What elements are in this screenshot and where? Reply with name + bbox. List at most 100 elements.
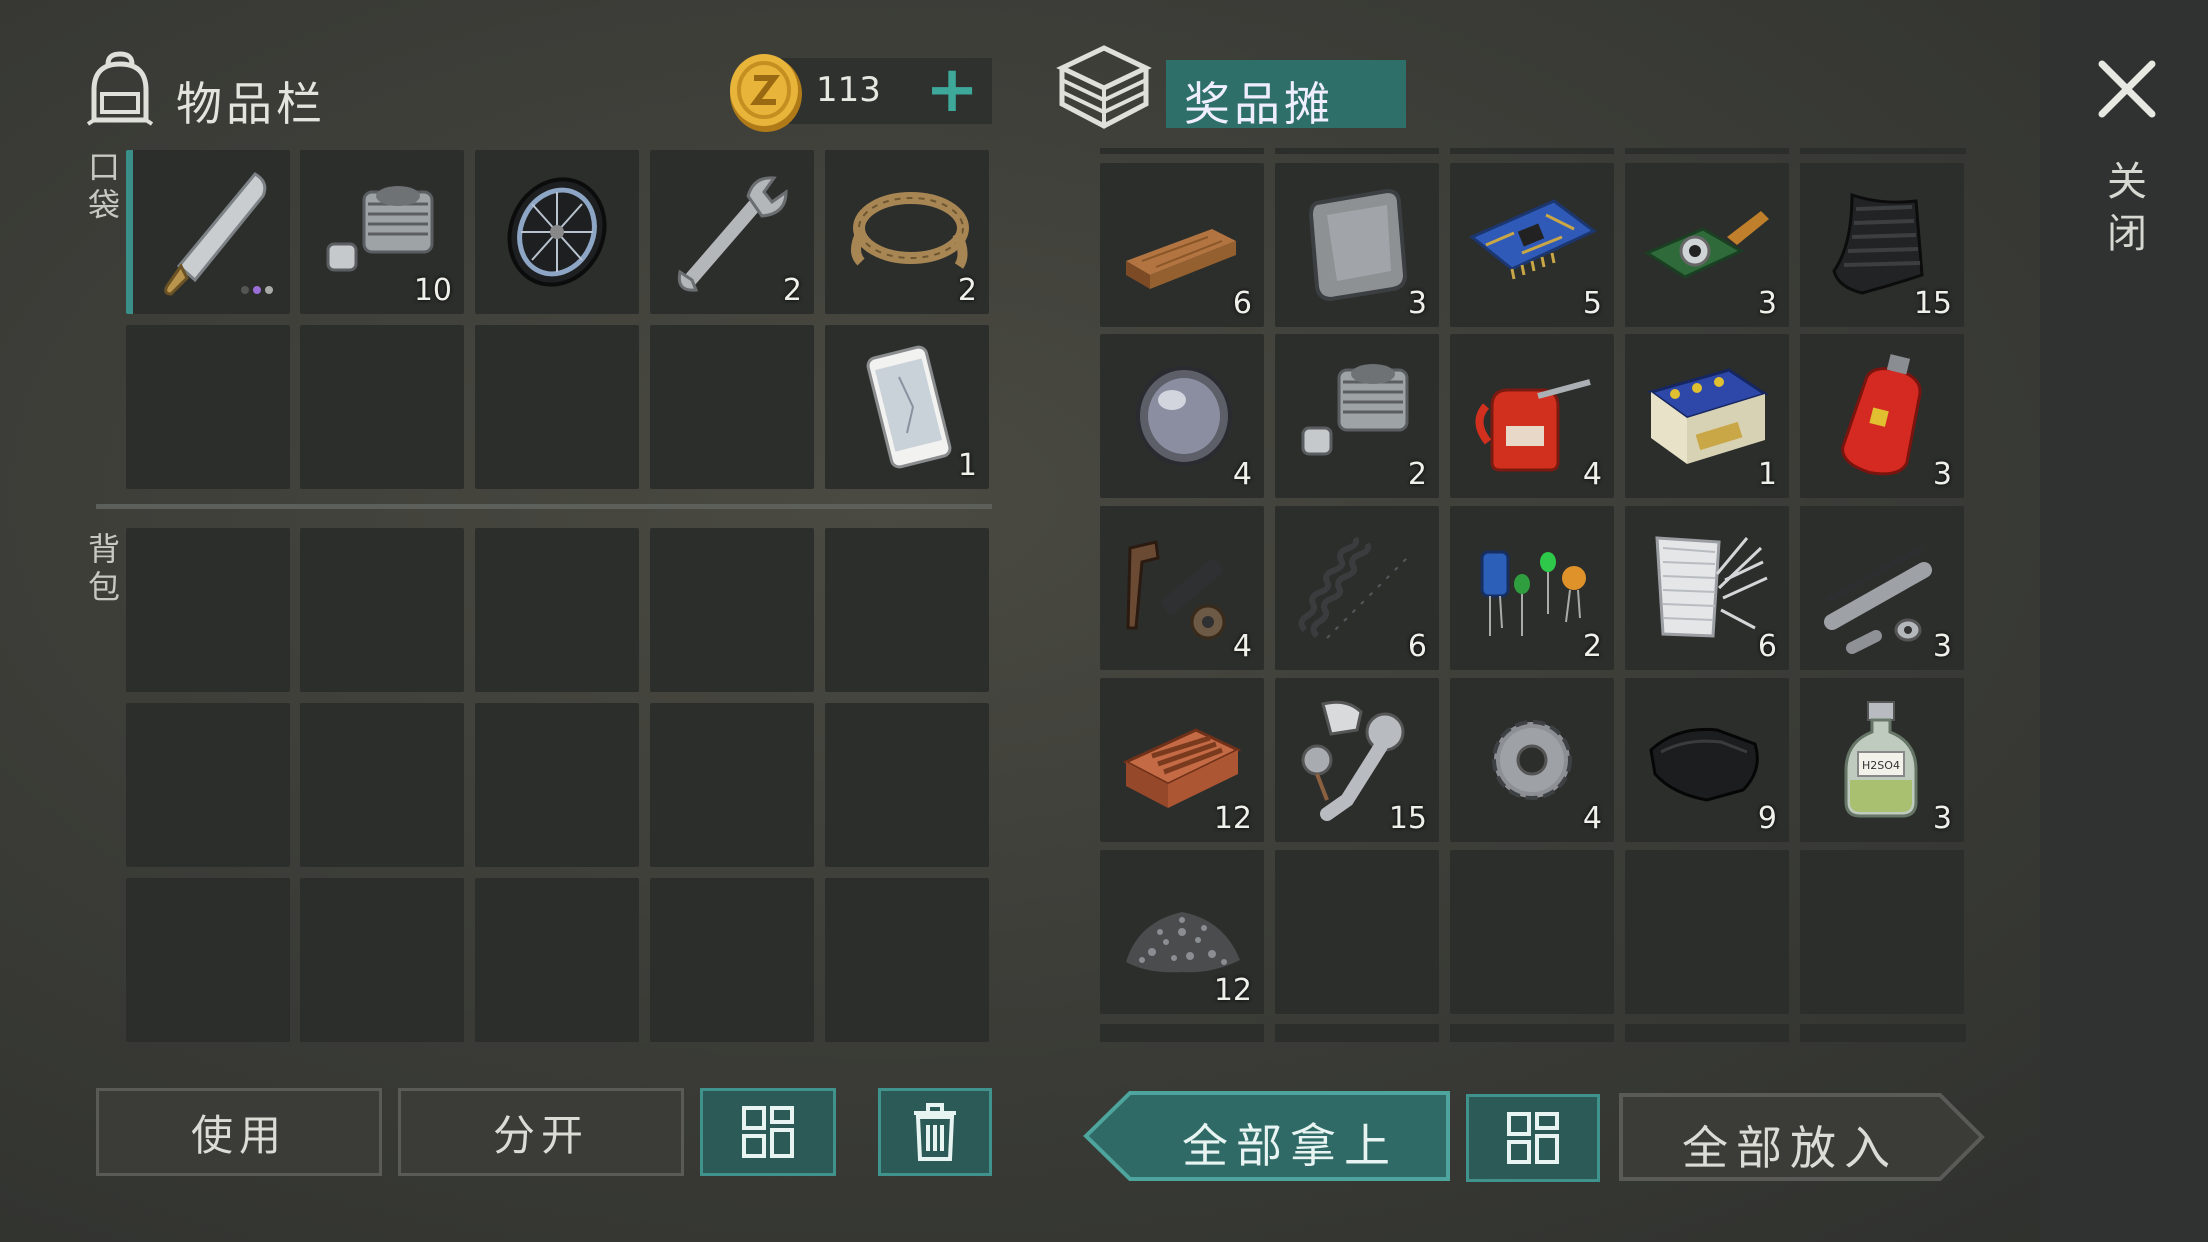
machete-icon	[164, 172, 273, 296]
loot-slot[interactable]: 12	[1100, 850, 1264, 1014]
loot-slot[interactable]: 4	[1450, 334, 1614, 498]
close-button[interactable]	[2092, 54, 2162, 124]
loot-slot[interactable]	[1800, 850, 1964, 1014]
backpack-slot[interactable]	[475, 703, 639, 867]
loot-scroll-edge	[1450, 148, 1614, 154]
backpack-slot[interactable]	[825, 528, 989, 692]
loot-slot[interactable]: 2	[1450, 506, 1614, 670]
discard-button[interactable]	[878, 1088, 992, 1176]
add-coins-button[interactable]: +	[922, 58, 982, 122]
loot-slot[interactable]: 4	[1100, 334, 1264, 498]
inventory-slot[interactable]	[475, 150, 639, 314]
gun-parts-icon	[1126, 540, 1226, 640]
loot-title: 奖品摊	[1184, 77, 1334, 131]
item-count: 6	[1232, 286, 1252, 321]
loot-scroll-edge	[1800, 1024, 1966, 1042]
inventory-slot[interactable]: 2	[650, 150, 814, 314]
item-count: 15	[1388, 801, 1427, 836]
electronic-components-icon	[1480, 550, 1586, 636]
backpack-slot[interactable]	[126, 703, 290, 867]
loot-scroll-edge	[1625, 1024, 1789, 1042]
loot-slot[interactable]: 4	[1100, 506, 1264, 670]
item-count: 4	[1582, 801, 1602, 836]
item-count: 6	[1407, 629, 1427, 664]
smartphone-icon	[866, 345, 952, 469]
loot-slot[interactable]: 15	[1275, 678, 1439, 842]
gas-cylinder-icon	[1841, 354, 1922, 476]
backpack-slot[interactable]	[126, 528, 290, 692]
backpack-slot[interactable]	[650, 528, 814, 692]
loot-slot[interactable]: 6	[1625, 506, 1789, 670]
inventory-slot[interactable]	[650, 325, 814, 489]
backpack-slot[interactable]	[475, 878, 639, 1042]
backpack-slot[interactable]	[825, 878, 989, 1042]
car-battery-icon	[1647, 368, 1769, 464]
loot-slot[interactable]	[1275, 850, 1439, 1014]
take-all-button[interactable]: 全部拿上	[1082, 1090, 1452, 1182]
backpack-slot[interactable]	[475, 528, 639, 692]
item-count: 2	[782, 273, 802, 308]
backpack-slot[interactable]	[825, 703, 989, 867]
loot-slot[interactable]: 2	[1275, 334, 1439, 498]
inventory-slot[interactable]	[475, 325, 639, 489]
loot-slot[interactable]: 4	[1450, 678, 1614, 842]
loot-slot[interactable]	[1450, 850, 1614, 1014]
loot-slot[interactable]: 15	[1800, 163, 1964, 327]
backpack-slot[interactable]	[300, 703, 464, 867]
use-button[interactable]: 使用	[96, 1088, 382, 1176]
inventory-slot[interactable]	[300, 325, 464, 489]
item-count: 2	[957, 273, 977, 308]
inventory-slot[interactable]: 10	[300, 150, 464, 314]
inventory-sort-button[interactable]	[700, 1088, 836, 1176]
grid-sort-icon	[1507, 1112, 1559, 1164]
close-icon	[2098, 60, 2156, 118]
loot-slot[interactable]: 6	[1100, 163, 1264, 327]
loot-slot[interactable]: 1	[1625, 334, 1789, 498]
put-all-button[interactable]: 全部放入	[1618, 1092, 1986, 1182]
lens-icon	[1136, 366, 1232, 466]
loot-slot[interactable]: 12	[1100, 678, 1264, 842]
loot-scroll-edge	[1450, 1024, 1614, 1042]
item-count: 12	[1213, 973, 1252, 1008]
loot-slot[interactable]: 3	[1625, 163, 1789, 327]
loot-slot[interactable]: 9	[1625, 678, 1789, 842]
backpack-slot[interactable]	[650, 703, 814, 867]
item-count: 4	[1582, 457, 1602, 492]
camera-module-icon	[1643, 211, 1769, 279]
coin-amount: 113	[816, 70, 881, 110]
loot-slot[interactable]: 3	[1800, 506, 1964, 670]
acid-bottle-label: H2SO4	[1862, 759, 1900, 772]
backpack-slot[interactable]	[300, 878, 464, 1042]
put-all-button-label: 全部放入	[1682, 1121, 1898, 1175]
loot-slot[interactable]: 3	[1800, 334, 1964, 498]
oil-can-icon	[1475, 379, 1591, 472]
inventory-slot[interactable]	[126, 325, 290, 489]
inventory-title: 物品栏	[176, 77, 326, 131]
wheel-icon	[507, 177, 607, 287]
backpack-slot[interactable]	[650, 878, 814, 1042]
leather-icon	[1649, 727, 1759, 802]
inventory-slot[interactable]: 2	[825, 150, 989, 314]
item-count: 3	[1932, 457, 1952, 492]
loot-slot[interactable]: H2SO4 3	[1800, 678, 1964, 842]
rope-icon	[851, 192, 969, 269]
inventory-slot[interactable]: 1	[825, 325, 989, 489]
loot-scroll-edge	[1625, 148, 1789, 154]
backpack-slot[interactable]	[126, 878, 290, 1042]
item-count: 3	[1932, 629, 1952, 664]
loot-sort-button[interactable]	[1466, 1094, 1600, 1182]
backpack-slot[interactable]	[300, 528, 464, 692]
item-count: 9	[1757, 801, 1777, 836]
loot-slot[interactable]	[1625, 850, 1789, 1014]
loot-slot[interactable]: 6	[1275, 506, 1439, 670]
loot-scroll-edge	[1100, 148, 1264, 154]
item-count: 15	[1913, 286, 1952, 321]
item-count: 3	[1407, 286, 1427, 321]
split-button[interactable]: 分开	[398, 1088, 684, 1176]
inventory-slot[interactable]	[126, 150, 290, 314]
loot-slot[interactable]: 3	[1275, 163, 1439, 327]
item-count: 1	[1757, 457, 1777, 492]
loot-slot[interactable]: 5	[1450, 163, 1614, 327]
backpack-label: 背包	[87, 530, 120, 606]
loot-scroll-edge	[1275, 1024, 1439, 1042]
